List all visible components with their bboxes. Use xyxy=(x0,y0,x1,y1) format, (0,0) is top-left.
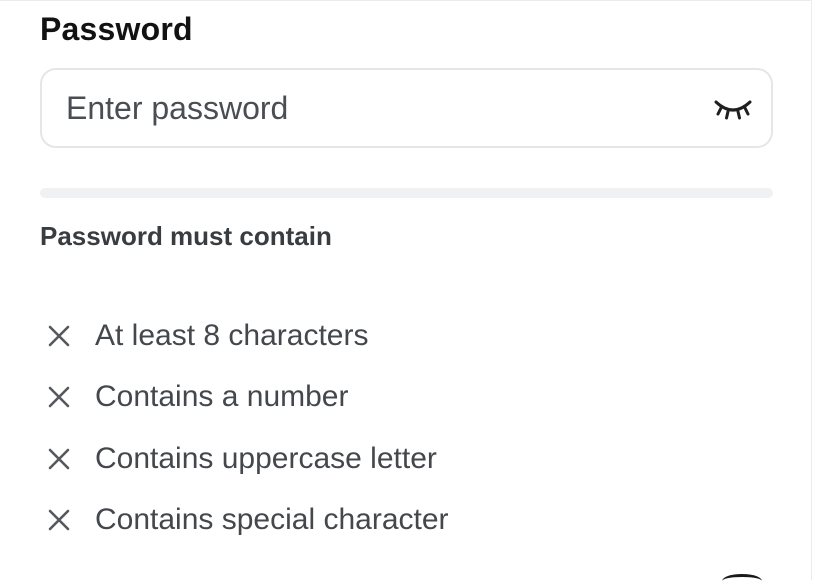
x-icon xyxy=(42,442,76,476)
password-label: Password xyxy=(40,11,193,47)
requirement-item-number: Contains a number xyxy=(40,367,449,429)
password-input-wrapper xyxy=(40,68,773,148)
x-icon xyxy=(42,380,76,414)
requirement-label: Contains a number xyxy=(95,380,349,414)
requirements-heading: Password must contain xyxy=(40,221,332,251)
requirements-list: At least 8 characters Contains a number … xyxy=(40,305,449,551)
password-strength-bar xyxy=(40,188,773,198)
requirement-item-uppercase: Contains uppercase letter xyxy=(40,428,449,490)
x-icon xyxy=(42,319,76,353)
eye-closed-icon[interactable] xyxy=(713,92,753,124)
x-icon xyxy=(42,503,76,537)
partial-element-edge xyxy=(722,574,762,588)
password-input[interactable] xyxy=(66,70,686,146)
requirement-item-length: At least 8 characters xyxy=(40,305,449,367)
requirement-label: Contains special character xyxy=(95,503,449,537)
requirement-label: Contains uppercase letter xyxy=(95,441,437,475)
requirement-item-special: Contains special character xyxy=(40,490,449,552)
requirement-label: At least 8 characters xyxy=(95,318,369,352)
password-panel: Password Password must contain At least … xyxy=(0,0,812,580)
